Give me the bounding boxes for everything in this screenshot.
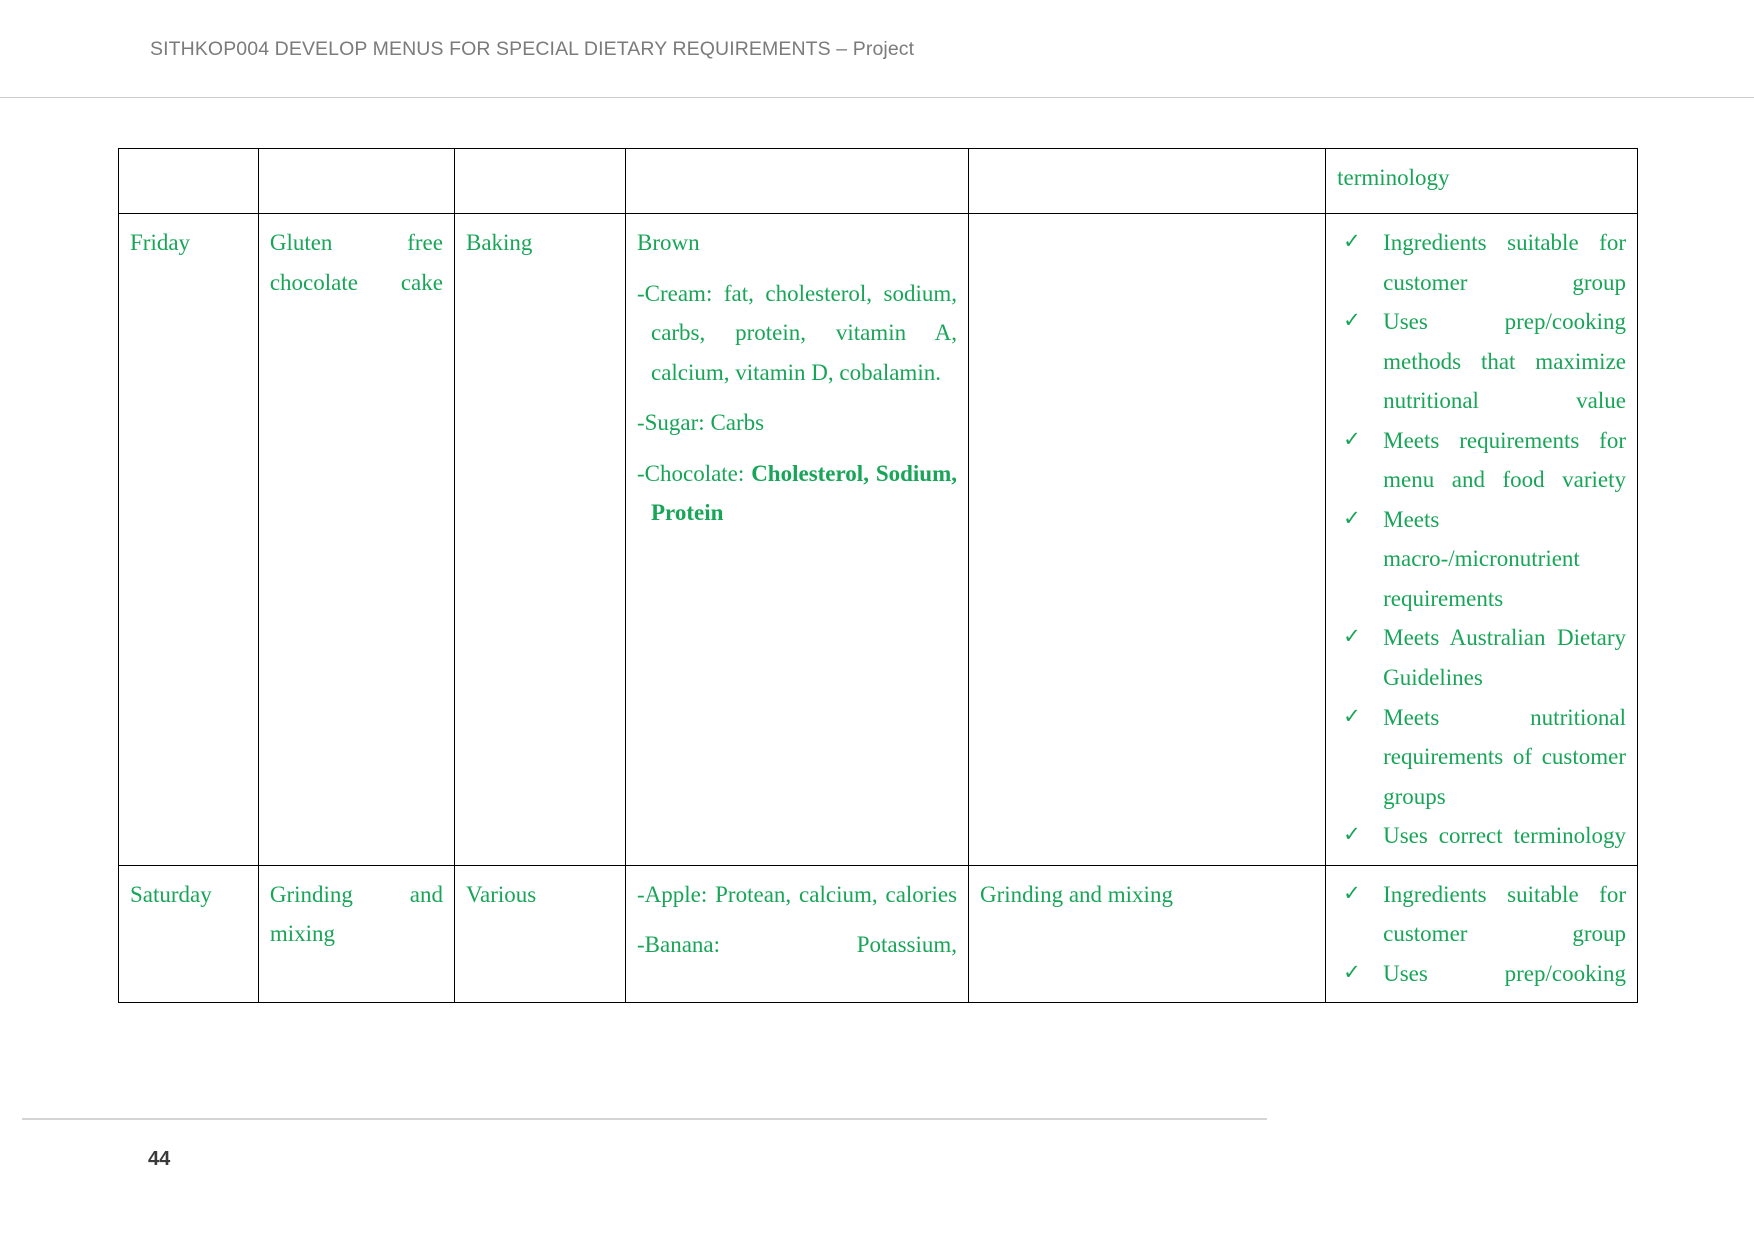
cell-nutrition: -Apple: Protean, calcium, calories -Bana… <box>624 864 970 1004</box>
list-item-label: Meets macro-/micronutrient requirements <box>1383 506 1580 611</box>
cell-method-cont <box>453 148 626 214</box>
header-divider <box>0 97 1754 98</box>
header-title: SITHKOP004 DEVELOP MENUS FOR SPECIAL DIE… <box>150 38 915 60</box>
nutrition-line: -Sugar: Carbs <box>636 410 765 436</box>
check-icon: ✓ <box>1343 308 1361 333</box>
list-item-label: Uses prep/cooking <box>1383 960 1626 986</box>
table-row-continuation: terminology <box>118 148 1638 214</box>
check-icon: ✓ <box>1343 624 1361 649</box>
cell-method: Baking <box>453 213 626 866</box>
cell-checklist: ✓ Ingredients suitable for customer group… <box>1325 864 1638 1004</box>
page-number: 44 <box>148 1148 171 1170</box>
cell-modifications: Grinding and mixing <box>968 864 1327 1004</box>
checklist: ✓ Ingredients suitable for customer group… <box>1337 875 1626 994</box>
nutrition-line: -Cream: fat, cholesterol, sodium, carbs,… <box>636 280 958 385</box>
check-icon: ✓ <box>1343 505 1361 530</box>
cell-nutrition: Brown -Cream: fat, cholesterol, sodium, … <box>624 213 970 866</box>
list-item-label: Uses correct terminology <box>1383 823 1626 849</box>
check-icon: ✓ <box>1343 959 1361 984</box>
cell-checklist-cont: terminology <box>1325 148 1638 214</box>
check-icon: ✓ <box>1343 426 1361 451</box>
cell-modifications-cont <box>968 148 1327 214</box>
cell-checklist: ✓ Ingredients suitable for customer group… <box>1325 213 1638 866</box>
nutrition-line: -Apple: Protean, calcium, calories <box>636 881 958 907</box>
list-item: ✓ Meets nutritional requirements of custo… <box>1337 698 1626 817</box>
cell-day: Friday <box>118 213 259 866</box>
cell-day-cont <box>118 148 259 214</box>
list-item: ✓ Meets requirements for menu and food va… <box>1337 421 1626 500</box>
cell-day: Saturday <box>118 864 259 1004</box>
menu-table: terminology Friday Gluten free chocolate… <box>118 148 1638 1004</box>
table-row: Friday Gluten free chocolate cake Baking… <box>118 213 1638 866</box>
nutrition-note-color: Brown <box>636 230 700 255</box>
nutrition-line: -Banana: Potassium, <box>636 932 958 958</box>
list-item: ✓ Meets macro-/micronutrient requirements <box>1337 500 1626 619</box>
list-item-label: Meets Australian Dietary Guidelines <box>1383 625 1626 691</box>
list-item-label: Meets nutritional requirements of custom… <box>1383 704 1626 809</box>
list-item: ✓ Uses correct terminology <box>1337 816 1626 856</box>
check-icon: ✓ <box>1343 880 1361 905</box>
cell-dish-cont <box>257 148 455 214</box>
list-item-label: Uses prep/cooking methods that maximize … <box>1383 309 1626 414</box>
list-item: ✓ Meets Australian Dietary Guidelines <box>1337 618 1626 697</box>
check-icon: ✓ <box>1343 822 1361 847</box>
list-item-label: Ingredients suitable for customer group <box>1383 881 1626 947</box>
cell-nutrition-cont <box>624 148 970 214</box>
nutrition-line-chocolate: -Chocolate: Cholesterol, Sodium, Protein <box>637 454 957 533</box>
footer-divider <box>22 1118 1267 1120</box>
page-header: SITHKOP004 DEVELOP MENUS FOR SPECIAL DIE… <box>0 0 1754 100</box>
cell-method: Various <box>453 864 626 1004</box>
check-icon: ✓ <box>1343 229 1361 253</box>
list-item: ✓ Uses prep/cooking methods that maximize… <box>1337 302 1626 421</box>
list-item-label: Ingredients suitable for customer group <box>1383 230 1626 295</box>
list-item-label: Meets requirements for menu and food var… <box>1383 427 1626 493</box>
list-item: ✓ Ingredients suitable for customer group <box>1337 223 1626 302</box>
cell-dish: Gluten free chocolate cake <box>257 213 455 866</box>
nutrition-label: -Chocolate: <box>636 460 745 486</box>
check-icon: ✓ <box>1343 703 1361 728</box>
list-item: ✓ Ingredients suitable for customer group <box>1337 875 1626 954</box>
checklist: ✓ Ingredients suitable for customer group… <box>1337 223 1626 856</box>
table-row: Saturday Grinding and mixing Various -Ap… <box>118 864 1638 1004</box>
cell-modifications <box>968 213 1327 866</box>
cell-dish: Grinding and mixing <box>257 864 455 1004</box>
list-item: ✓ Uses prep/cooking <box>1337 954 1626 994</box>
